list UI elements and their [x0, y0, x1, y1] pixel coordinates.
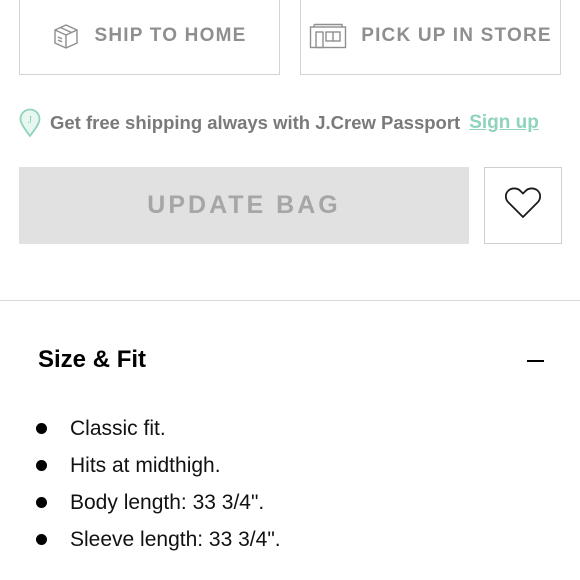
size-fit-list: Classic fit. Hits at midthigh. Body leng… [36, 410, 281, 558]
location-pin-icon: J [18, 108, 42, 138]
bullet-icon [36, 534, 47, 545]
list-item-text: Sleeve length: 33 3/4". [70, 527, 281, 551]
update-bag-label: UPDATE BAG [147, 191, 341, 219]
product-page: SHIP TO HOME PICK UP IN STORE J Get free… [0, 0, 580, 580]
passport-promo: J Get free shipping always with J.Crew P… [18, 108, 539, 138]
bullet-icon [36, 497, 47, 508]
list-item-text: Body length: 33 3/4". [70, 490, 265, 514]
size-fit-title: Size & Fit [38, 346, 147, 373]
svg-text:J: J [28, 114, 33, 126]
list-item-text: Classic fit. [70, 416, 166, 440]
pick-up-in-store-button[interactable]: PICK UP IN STORE [300, 0, 561, 75]
passport-promo-text: Get free shipping always with J.Crew Pas… [50, 112, 461, 133]
bullet-icon [36, 423, 47, 434]
list-item: Body length: 33 3/4". [36, 484, 281, 521]
sign-up-link[interactable]: Sign up [469, 112, 539, 134]
box-icon [52, 22, 80, 50]
wishlist-button[interactable] [484, 167, 562, 244]
update-bag-button[interactable]: UPDATE BAG [19, 167, 469, 244]
minus-icon [526, 359, 544, 363]
pick-up-in-store-label: PICK UP IN STORE [361, 25, 552, 46]
list-item-text: Hits at midthigh. [70, 453, 221, 477]
list-item: Sleeve length: 33 3/4". [36, 521, 281, 558]
size-fit-collapse-button[interactable] [522, 348, 548, 374]
list-item: Classic fit. [36, 410, 281, 447]
heart-icon [504, 186, 542, 225]
store-icon [309, 23, 347, 49]
section-divider [0, 300, 580, 301]
ship-to-home-button[interactable]: SHIP TO HOME [19, 0, 280, 75]
bullet-icon [36, 460, 47, 471]
list-item: Hits at midthigh. [36, 447, 281, 484]
ship-to-home-label: SHIP TO HOME [94, 25, 247, 46]
